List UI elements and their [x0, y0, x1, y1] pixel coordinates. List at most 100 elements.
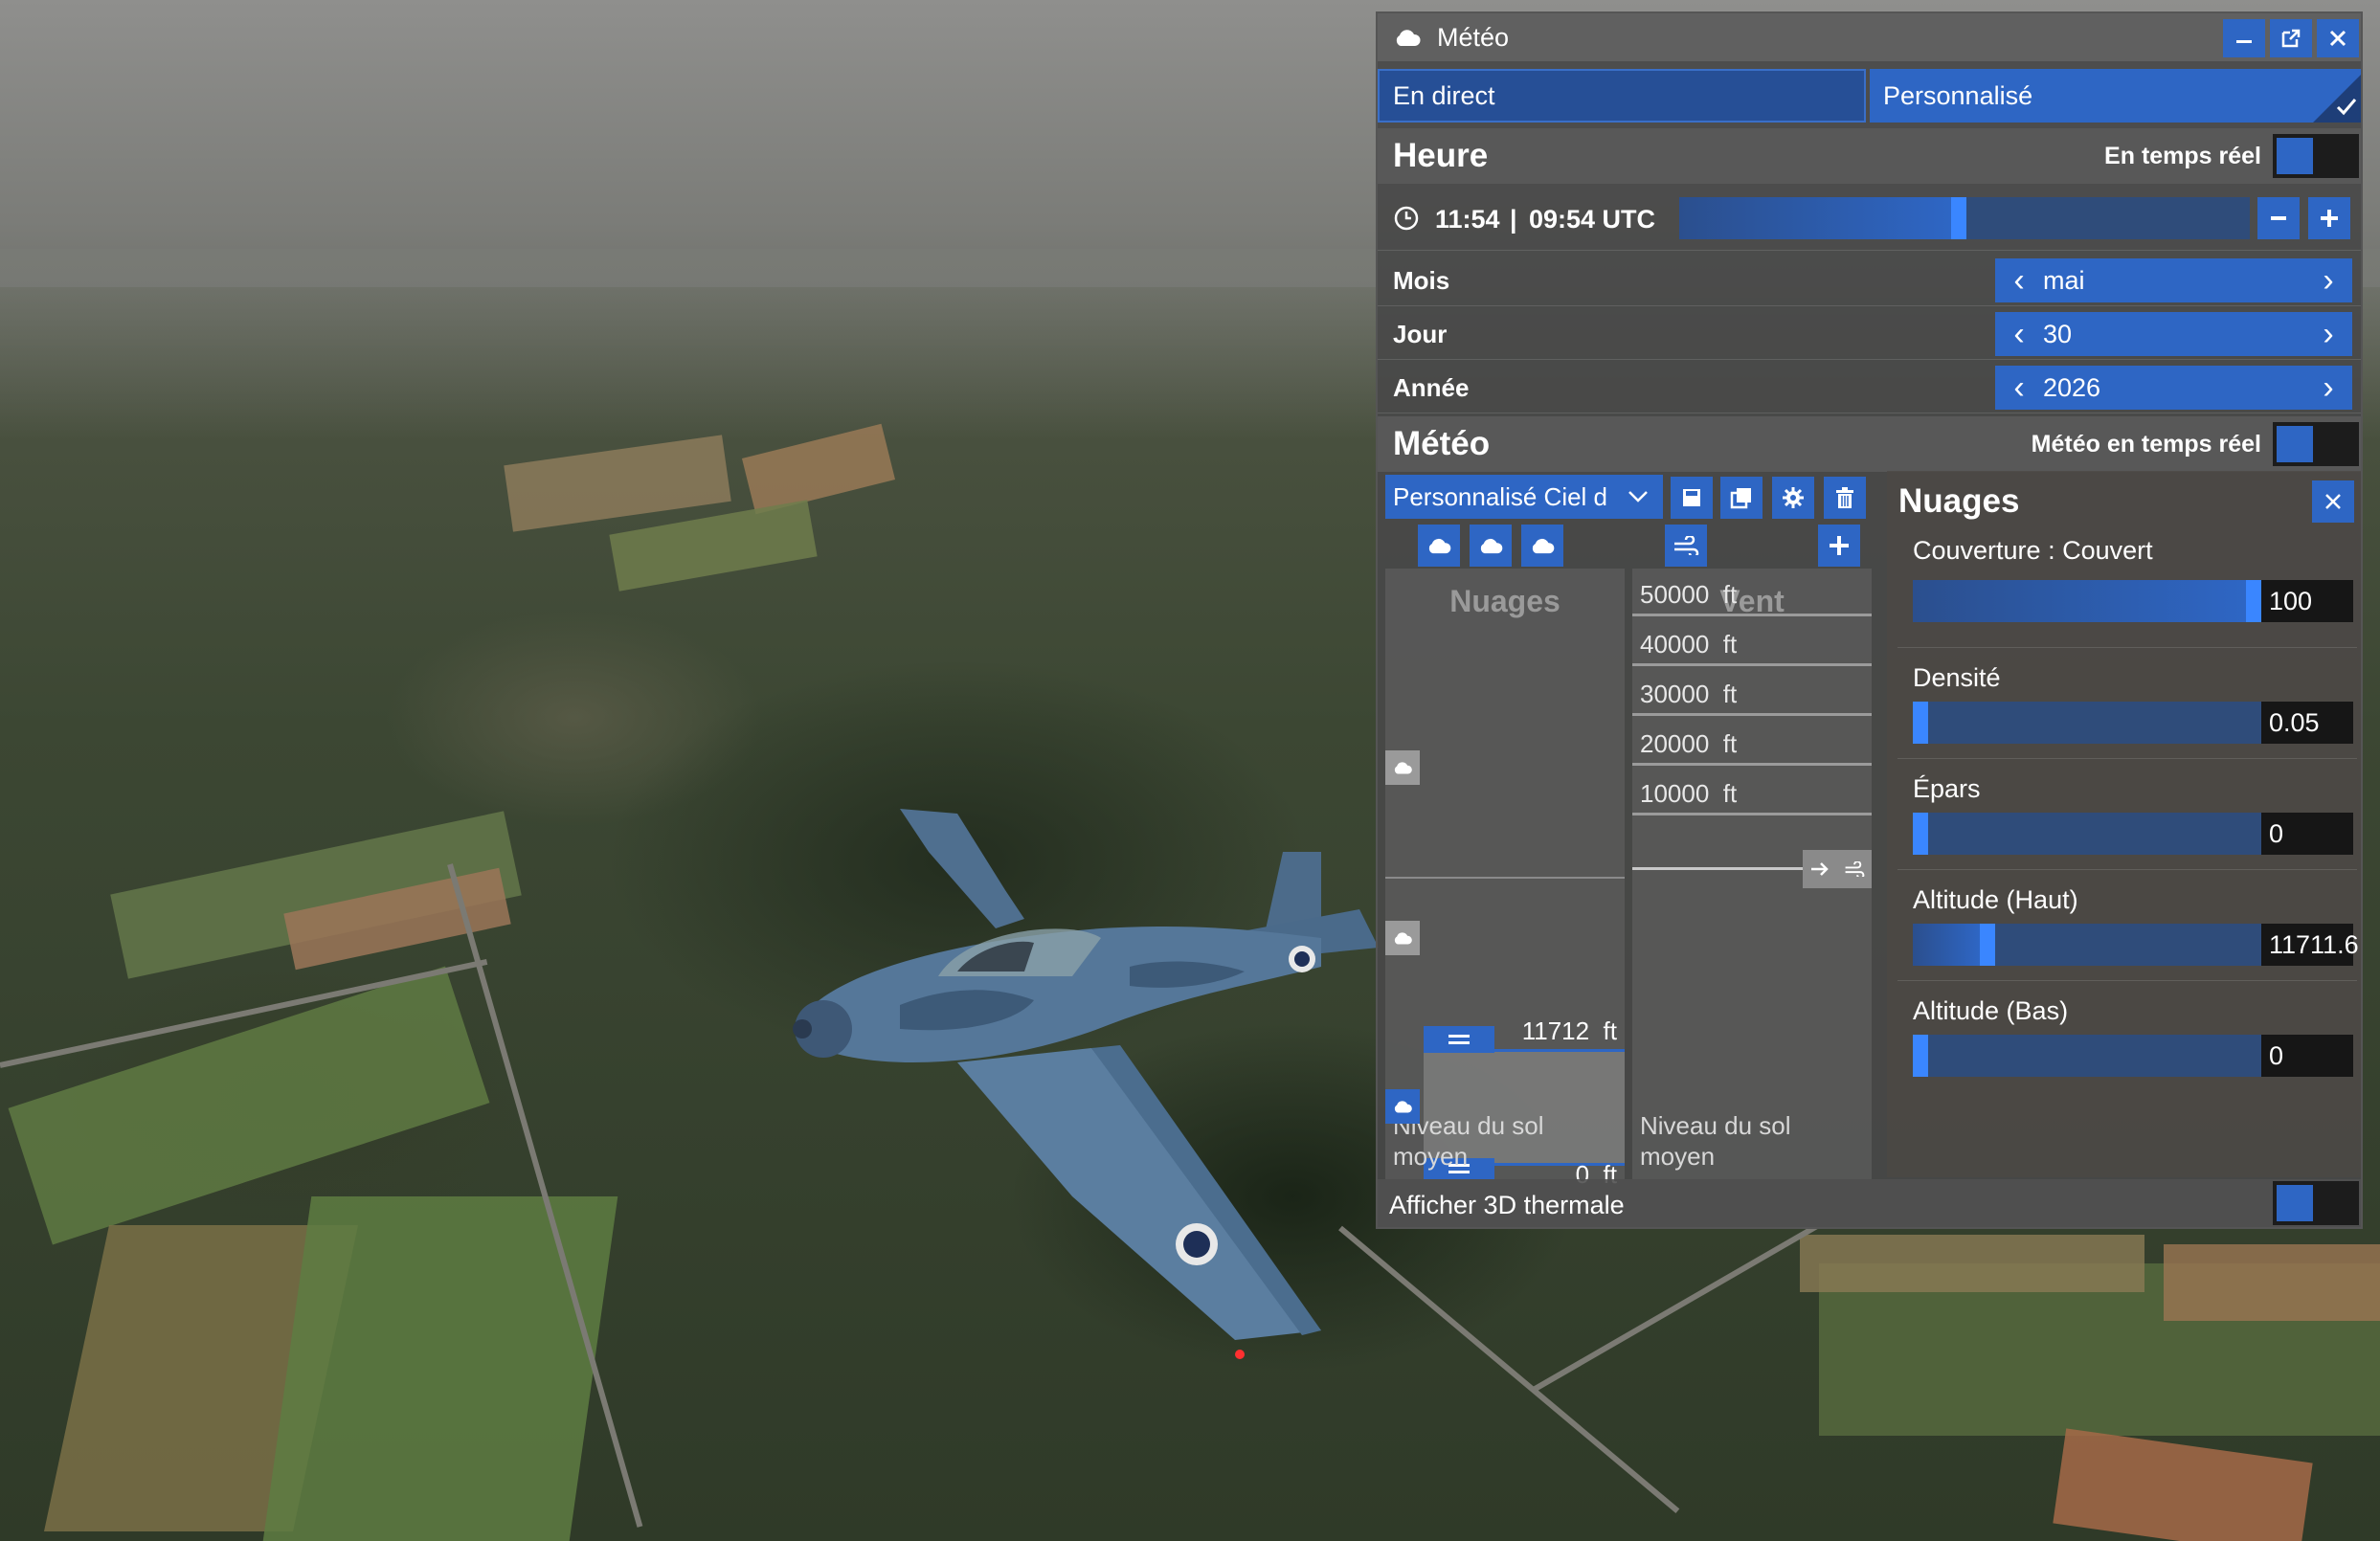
- altitude-top-control: Altitude (Haut) 11711.6: [1897, 869, 2359, 980]
- weather-panel: Météo En direct Personnalisé Heure En te…: [1376, 11, 2363, 1229]
- preset-dropdown[interactable]: Personnalisé Ciel d: [1385, 475, 1663, 519]
- slider-thumb[interactable]: [1913, 813, 1928, 855]
- sparse-label: Épars: [1913, 774, 1981, 803]
- wind-ground-line: [1632, 867, 1814, 870]
- density-label: Densité: [1913, 663, 2001, 692]
- local-time: 11:54: [1435, 205, 1500, 234]
- cloud-layer-1-icon[interactable]: [1418, 525, 1460, 567]
- tab-en-direct[interactable]: En direct: [1378, 69, 1866, 123]
- altitude-row: 10000 ft: [1632, 768, 1872, 815]
- altitude-row: 20000 ft: [1632, 718, 1872, 766]
- cloud-layer-2-icon[interactable]: [1470, 525, 1512, 567]
- layer-top-handle[interactable]: [1424, 1026, 1494, 1053]
- chevron-left-icon[interactable]: ‹: [1995, 369, 2043, 407]
- clock-icon: [1393, 205, 1420, 232]
- day-row: Jour ‹ 30 ›: [1378, 306, 2361, 360]
- cloud-marker-icon[interactable]: [1385, 921, 1420, 955]
- slider-thumb[interactable]: [1980, 924, 1995, 966]
- altitude-top-slider[interactable]: 11711.6: [1913, 924, 2359, 966]
- sparse-value[interactable]: 0: [2261, 813, 2353, 855]
- weather-realtime-toggle[interactable]: [2273, 422, 2359, 466]
- wind-direction-icon[interactable]: [1803, 850, 1872, 888]
- toggle-knob: [2277, 138, 2313, 174]
- field: [262, 1196, 618, 1541]
- panel-title: Météo: [1437, 22, 1510, 52]
- coverage-slider[interactable]: 100: [1913, 580, 2353, 622]
- time-slider-fill: [1679, 197, 1951, 239]
- slider-thumb[interactable]: [2246, 580, 2261, 622]
- density-slider[interactable]: 0.05: [1913, 702, 2353, 744]
- clouds-column: Nuages 11712 ft 0 ft Niveau du sol moyen: [1385, 569, 1625, 1189]
- wind-icon[interactable]: [1665, 525, 1707, 567]
- chevron-right-icon[interactable]: ›: [2304, 316, 2352, 353]
- clouds-column-title: Nuages: [1449, 584, 1560, 618]
- slider-thumb[interactable]: [1913, 702, 1928, 744]
- clouds-panel-close-icon[interactable]: [2312, 480, 2354, 523]
- chevron-left-icon[interactable]: ‹: [1995, 316, 2043, 353]
- copy-icon[interactable]: [1720, 477, 1763, 519]
- chevron-left-icon[interactable]: ‹: [1995, 262, 2043, 300]
- toggle-knob: [2277, 1185, 2313, 1221]
- time-section-header: Heure En temps réel: [1378, 128, 2361, 184]
- realtime-toggle[interactable]: [2273, 134, 2359, 178]
- layer-divider: [1385, 877, 1625, 879]
- plus-icon[interactable]: [1818, 525, 1860, 567]
- preset-value: Personnalisé Ciel d: [1393, 481, 1608, 511]
- thermal-label: Afficher 3D thermale: [1389, 1191, 1625, 1219]
- thermal-toggle[interactable]: [2273, 1181, 2359, 1225]
- time-slider[interactable]: [1679, 197, 2250, 239]
- popout-icon[interactable]: [2270, 19, 2312, 57]
- cloud-layer-3-icon[interactable]: [1521, 525, 1563, 567]
- airplane: [785, 794, 1379, 1369]
- day-selector: ‹ 30 ›: [1995, 312, 2352, 356]
- year-label: Année: [1393, 373, 1470, 402]
- close-icon[interactable]: [2317, 19, 2359, 57]
- ground-label-wind: Niveau du sol moyen: [1640, 1111, 1791, 1171]
- field: [1800, 1235, 2144, 1292]
- coverage-value[interactable]: 100: [2261, 580, 2353, 622]
- slider-thumb[interactable]: [1913, 1035, 1928, 1077]
- coverage-label: Couverture : Couvert: [1913, 536, 2153, 565]
- altitude-top-value[interactable]: 11711.6: [2261, 924, 2359, 966]
- weather-realtime-label: Météo en temps réel: [2031, 430, 2261, 458]
- checkmark-icon: [2294, 69, 2361, 123]
- realtime-label: En temps réel: [2104, 142, 2261, 169]
- chevron-right-icon[interactable]: ›: [2304, 262, 2352, 300]
- cloud-icon: [1393, 27, 1422, 48]
- weather-heading: Météo: [1393, 425, 1491, 462]
- minimize-icon[interactable]: [2223, 19, 2265, 57]
- month-value: mai: [2043, 265, 2085, 295]
- altitude-top-label: Altitude (Haut): [1913, 885, 2078, 914]
- sparse-slider[interactable]: 0: [1913, 813, 2353, 855]
- altitude-bottom-slider[interactable]: 0: [1913, 1035, 2353, 1077]
- cloud-marker-icon[interactable]: [1385, 1089, 1420, 1124]
- year-row: Année ‹ 2026 ›: [1378, 360, 2361, 413]
- altitude-bottom-value[interactable]: 0: [2261, 1035, 2353, 1077]
- month-label: Mois: [1393, 266, 1450, 295]
- slider-fill: [1913, 924, 1980, 966]
- trash-icon[interactable]: [1824, 477, 1866, 519]
- save-icon[interactable]: [1671, 477, 1713, 519]
- top-altitude-label: 11712 ft: [1521, 1016, 1617, 1045]
- time-increment-button[interactable]: [2308, 197, 2350, 239]
- altitude-row: 30000 ft: [1632, 668, 1872, 716]
- slider-fill: [1913, 580, 2246, 622]
- month-row: Mois ‹ mai ›: [1378, 253, 2361, 306]
- time-decrement-button[interactable]: [2257, 197, 2300, 239]
- altitude-row: 40000 ft: [1632, 618, 1872, 666]
- density-control: Densité 0.05: [1897, 647, 2357, 758]
- panel-titlebar[interactable]: Météo: [1378, 13, 2361, 61]
- tab-personnalise[interactable]: Personnalisé: [1870, 69, 2361, 123]
- wind-column: Vent 50000 ft 40000 ft 30000 ft 20000 ft…: [1632, 569, 1872, 1179]
- ground-label-clouds: Niveau du sol moyen: [1393, 1111, 1544, 1171]
- chevron-right-icon[interactable]: ›: [2304, 369, 2352, 407]
- cloud-marker-icon[interactable]: [1385, 750, 1420, 785]
- density-value[interactable]: 0.05: [2261, 702, 2353, 744]
- settings-icon[interactable]: [1772, 477, 1814, 519]
- day-value: 30: [2043, 319, 2073, 348]
- time-slider-thumb[interactable]: [1951, 197, 1966, 239]
- time-separator: |: [1510, 205, 1517, 234]
- coverage-control: Couverture : Couvert 100: [1897, 536, 2357, 647]
- toggle-knob: [2277, 426, 2313, 462]
- altitude-bottom-label: Altitude (Bas): [1913, 996, 2069, 1025]
